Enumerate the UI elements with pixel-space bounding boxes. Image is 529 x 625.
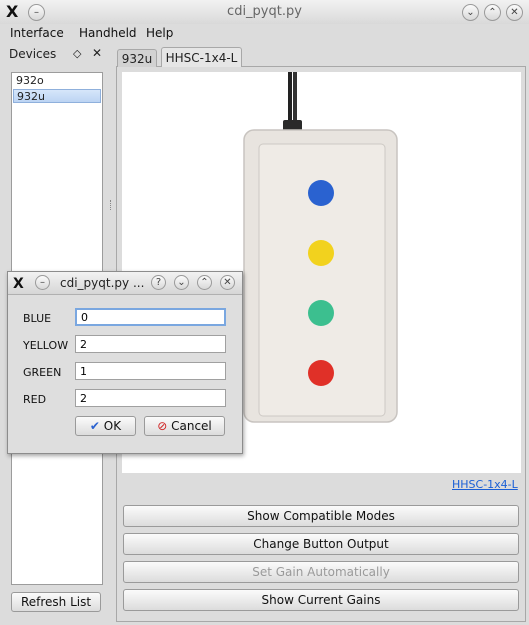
dialog-title-bar[interactable]: X – cdi_pyqt.py ... ? ⌄ ⌃ ✕ [8, 272, 242, 295]
list-item-932o[interactable]: 932o [13, 74, 101, 88]
minimize-icon[interactable]: ⌄ [462, 4, 479, 21]
show-current-gains-button[interactable]: Show Current Gains [123, 589, 519, 611]
dialog-close-icon[interactable]: ✕ [220, 275, 235, 290]
gain-dialog: X – cdi_pyqt.py ... ? ⌄ ⌃ ✕ BLUE YELLOW … [7, 271, 243, 454]
blue-field[interactable] [75, 308, 226, 326]
cancel-label: Cancel [171, 419, 212, 433]
list-item-932u[interactable]: 932u [13, 89, 101, 103]
led-button-3 [308, 300, 334, 326]
led-button-1 [308, 180, 334, 206]
devices-dock-title: Devices [9, 47, 57, 61]
close-icon[interactable]: ✕ [506, 4, 523, 21]
red-label: RED [23, 393, 47, 406]
devices-dock-header: Devices ◇ ✕ [2, 44, 110, 64]
yellow-label: YELLOW [23, 339, 69, 352]
menu-interface[interactable]: Interface [10, 26, 64, 40]
change-button-output-button[interactable]: Change Button Output [123, 533, 519, 555]
led-button-4 [308, 360, 334, 386]
device-link[interactable]: HHSC-1x4-L [452, 478, 518, 491]
cancel-icon: ⊘ [157, 419, 168, 433]
title-bar[interactable]: X – cdi_pyqt.py ⌄ ⌃ ✕ [0, 0, 529, 25]
dialog-help-icon[interactable]: ? [151, 275, 166, 290]
dialog-title: cdi_pyqt.py ... [60, 276, 145, 290]
menu-handheld[interactable]: Handheld [79, 26, 137, 40]
led-button-2 [308, 240, 334, 266]
tab-hhsc-1x4-l[interactable]: HHSC-1x4-L [161, 47, 242, 67]
refresh-list-button[interactable]: Refresh List [11, 592, 101, 612]
dialog-menu-icon[interactable]: – [35, 275, 50, 290]
maximize-icon[interactable]: ⌃ [484, 4, 501, 21]
cancel-button[interactable]: ⊘ Cancel [144, 416, 225, 436]
ok-label: OK [103, 419, 122, 433]
ok-button[interactable]: ✔ OK [75, 416, 136, 436]
checkmark-icon: ✔ [89, 419, 100, 433]
dialog-logo-icon: X [13, 276, 24, 292]
dialog-maximize-icon[interactable]: ⌃ [197, 275, 212, 290]
window-title: cdi_pyqt.py [227, 4, 302, 19]
dock-float-icon[interactable]: ◇ [73, 47, 81, 60]
set-gain-automatically-button[interactable]: Set Gain Automatically [123, 561, 519, 583]
green-label: GREEN [23, 366, 62, 379]
menu-bar: Interface Handheld Help [0, 24, 529, 44]
yellow-field[interactable] [75, 335, 226, 353]
tab-932u[interactable]: 932u [117, 49, 157, 67]
menu-help[interactable]: Help [146, 26, 173, 40]
show-compatible-modes-button[interactable]: Show Compatible Modes [123, 505, 519, 527]
green-field[interactable] [75, 362, 226, 380]
red-field[interactable] [75, 389, 226, 407]
dock-close-icon[interactable]: ✕ [92, 46, 102, 60]
splitter-handle[interactable] [110, 200, 114, 210]
blue-label: BLUE [23, 312, 52, 325]
dialog-minimize-icon[interactable]: ⌄ [174, 275, 189, 290]
